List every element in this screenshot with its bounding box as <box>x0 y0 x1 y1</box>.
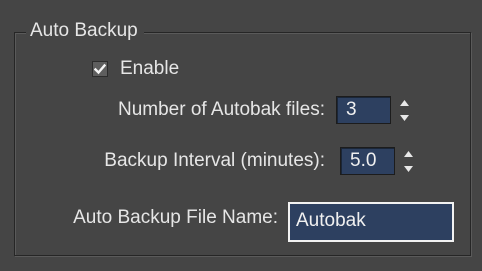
interval-spin-up[interactable] <box>402 147 415 160</box>
auto-backup-panel: Auto Backup Enable Number of Autobak fil… <box>0 0 482 271</box>
num-files-spinner[interactable] <box>398 96 411 124</box>
arrow-down-icon <box>404 165 413 172</box>
arrow-up-icon <box>400 99 409 106</box>
num-files-spin-down[interactable] <box>398 111 411 124</box>
interval-spinner[interactable] <box>402 147 415 175</box>
enable-checkbox[interactable] <box>92 61 108 77</box>
arrow-down-icon <box>400 114 409 121</box>
num-files-label: Number of Autobak files: <box>118 99 325 120</box>
num-files-input[interactable]: 3 <box>336 96 391 124</box>
num-files-spin-up[interactable] <box>398 96 411 109</box>
group-title: Auto Backup <box>26 19 144 43</box>
checkmark-icon <box>94 63 106 75</box>
enable-row[interactable]: Enable <box>92 56 179 82</box>
arrow-up-icon <box>404 150 413 157</box>
file-name-label: Auto Backup File Name: <box>73 207 278 228</box>
interval-spin-down[interactable] <box>402 162 415 175</box>
interval-label: Backup Interval (minutes): <box>104 150 325 171</box>
interval-input[interactable]: 5.0 <box>340 147 395 175</box>
enable-label[interactable]: Enable <box>120 57 179 81</box>
file-name-input[interactable]: Autobak <box>288 202 454 242</box>
